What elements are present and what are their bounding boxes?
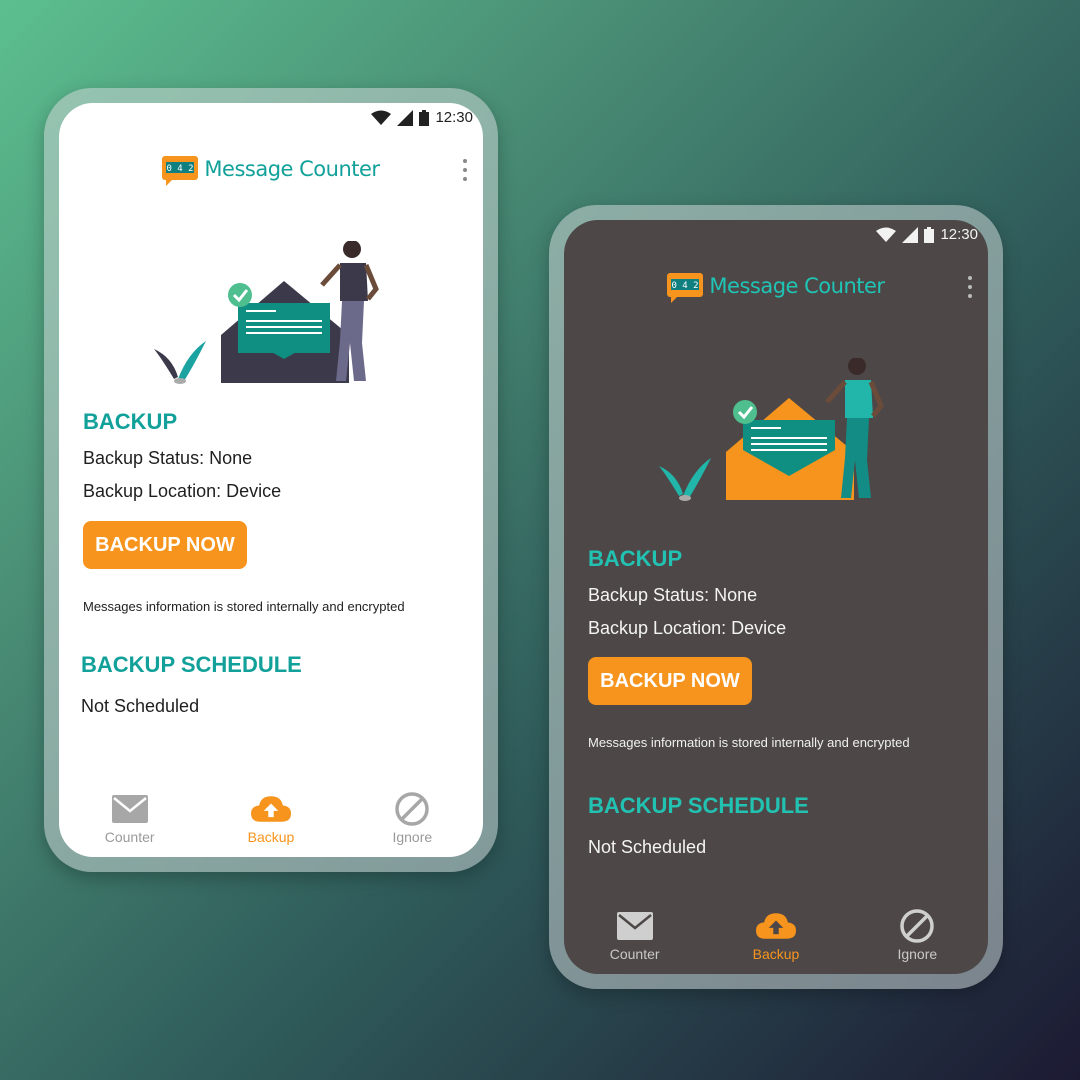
app-logo: 0 4 2 [667, 273, 704, 303]
nav-label-backup: Backup [247, 829, 295, 845]
backup-now-button[interactable]: BACKUP NOW [588, 657, 752, 705]
signal-icon [397, 109, 414, 126]
nav-item-counter[interactable]: Counter [580, 908, 690, 962]
app-screen: 12:30 0 4 2 Message Counter BACKUP Backu… [564, 220, 988, 974]
encryption-note: Messages information is stored internall… [83, 599, 405, 614]
backup-status: Backup Status: None [588, 585, 758, 605]
wifi-icon [876, 227, 897, 242]
backup-illustration [659, 358, 884, 501]
block-icon [392, 791, 432, 827]
backup-status: Backup Status: None [83, 448, 253, 468]
nav-label-ignore: Ignore [392, 829, 433, 845]
backup-illustration [154, 241, 379, 384]
battery-icon [924, 226, 935, 243]
svg-text:0 4 2: 0 4 2 [672, 281, 699, 291]
schedule-value: Not Scheduled [588, 837, 707, 857]
backup-location: Backup Location: Device [83, 481, 282, 501]
overflow-menu-icon[interactable] [966, 276, 974, 298]
backup-heading: BACKUP [588, 546, 683, 571]
phone-dark-mode: 12:30 0 4 2 Message Counter BACKUP Backu… [549, 205, 1003, 989]
schedule-heading: BACKUP SCHEDULE [588, 793, 809, 818]
schedule-value: Not Scheduled [81, 696, 200, 716]
svg-text:0 4 2: 0 4 2 [167, 164, 194, 174]
nav-item-backup[interactable]: Backup [721, 908, 831, 962]
nav-label-counter: Counter [609, 946, 660, 962]
nav-item-backup[interactable]: Backup [216, 791, 326, 845]
nav-item-counter[interactable]: Counter [75, 791, 185, 845]
app-header: 0 4 2 Message Counter [59, 149, 483, 189]
envelope-icon [110, 791, 150, 827]
clock: 12:30 [435, 109, 473, 126]
app-title: Message Counter [204, 157, 380, 181]
encryption-note: Messages information is stored internall… [588, 735, 910, 750]
nav-label-counter: Counter [104, 829, 155, 845]
backup-location: Backup Location: Device [588, 618, 787, 638]
cloud-upload-icon [755, 908, 796, 944]
battery-icon [419, 109, 430, 126]
wifi-icon [371, 110, 392, 125]
block-icon [897, 908, 937, 944]
status-bar: 12:30 [371, 109, 473, 126]
cloud-upload-icon [250, 791, 291, 827]
app-header: 0 4 2 Message Counter [564, 266, 988, 306]
bottom-nav: Counter Backup Ignore [564, 898, 988, 974]
signal-icon [902, 226, 919, 243]
app-screen: 12:30 0 4 2 Message Counter BACKUP Backu… [59, 103, 483, 857]
backup-now-button[interactable]: BACKUP NOW [83, 521, 247, 569]
phone-light-mode: 12:30 0 4 2 Message Counter BACKUP Backu… [44, 88, 498, 872]
clock: 12:30 [940, 226, 978, 243]
nav-label-backup: Backup [752, 946, 800, 962]
backup-heading: BACKUP [83, 409, 178, 434]
overflow-menu-icon[interactable] [461, 159, 469, 181]
app-logo: 0 4 2 [162, 156, 199, 186]
schedule-heading: BACKUP SCHEDULE [81, 652, 302, 677]
bottom-nav: Counter Backup Ignore [59, 781, 483, 857]
app-title: Message Counter [709, 274, 885, 298]
nav-item-ignore[interactable]: Ignore [357, 791, 467, 845]
envelope-icon [615, 908, 655, 944]
nav-label-ignore: Ignore [897, 946, 938, 962]
nav-item-ignore[interactable]: Ignore [862, 908, 972, 962]
status-bar: 12:30 [876, 226, 978, 243]
